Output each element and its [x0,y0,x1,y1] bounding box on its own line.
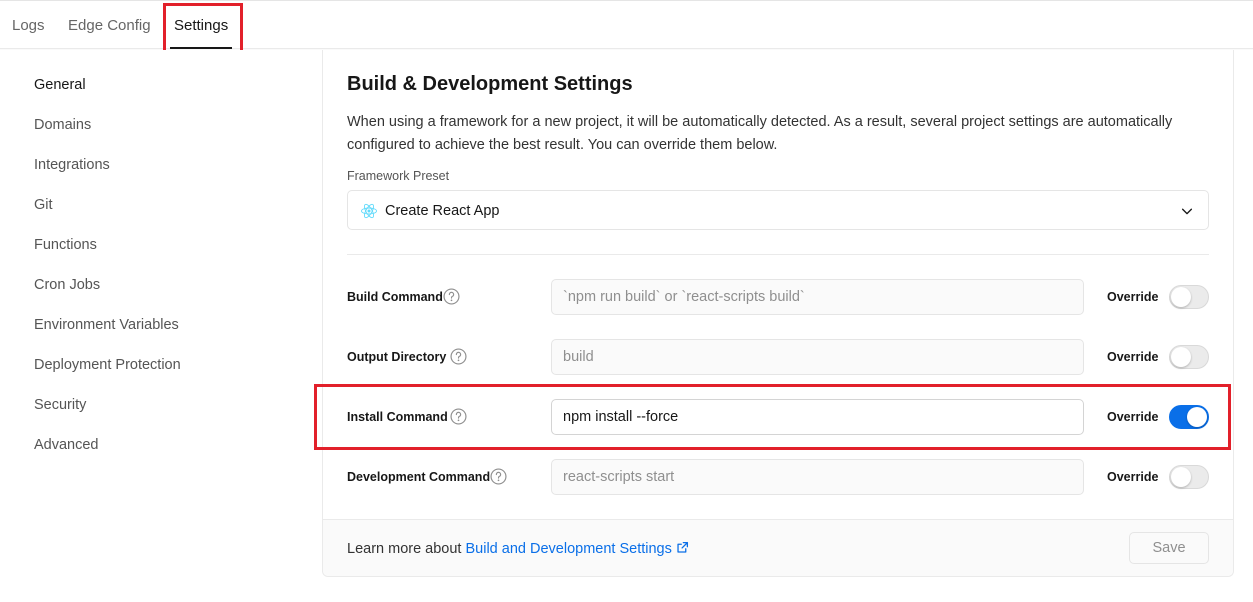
framework-preset-select[interactable]: Create React App [347,190,1209,230]
build-override-toggle[interactable] [1169,285,1209,309]
sidebar-item-cron-jobs[interactable]: Cron Jobs [34,275,100,295]
divider [347,254,1209,255]
build-command-input[interactable]: `npm run build` or `react-scripts build` [551,279,1084,315]
card-title: Build & Development Settings [347,73,633,95]
learn-more-prefix: Learn more about [347,541,466,557]
output-directory-label: Output Directory [347,350,447,364]
card-description: When using a framework for a new project… [347,114,1173,153]
development-command-input[interactable]: react-scripts start [551,459,1084,495]
sidebar-item-advanced[interactable]: Advanced [34,435,99,455]
install-command-input[interactable]: npm install --force [551,399,1084,435]
react-icon [361,203,377,219]
development-command-label: Development Command [347,470,491,484]
help-icon[interactable] [443,288,460,305]
chevron-down-icon [1181,208,1193,215]
install-command-label: Install Command [347,410,448,424]
development-override-toggle[interactable] [1169,465,1209,489]
learn-more-text: Learn more about Build and Development S… [347,540,689,558]
sidebar-item-deployment-protection[interactable]: Deployment Protection [34,355,181,375]
sidebar-item-security[interactable]: Security [34,395,86,415]
tab-settings[interactable]: Settings [174,16,228,36]
development-override-label: Override [1107,470,1159,484]
build-command-label: Build Command [347,290,443,304]
output-directory-input[interactable]: build [551,339,1084,375]
toggle-knob [1171,467,1191,487]
external-link-icon [677,541,688,553]
help-icon[interactable] [490,468,507,485]
toggle-knob [1171,287,1191,307]
sidebar-item-git[interactable]: Git [34,195,53,215]
tab-logs[interactable]: Logs [12,16,45,36]
sidebar-item-general[interactable]: General [34,75,86,95]
build-settings-docs-link[interactable]: Build and Development Settings [466,541,689,557]
sidebar-item-functions[interactable]: Functions [34,235,97,255]
output-override-toggle[interactable] [1169,345,1209,369]
card-footer: Learn more about Build and Development S… [323,519,1233,576]
build-settings-card: Build & Development Settings When using … [322,50,1234,577]
build-override-label: Override [1107,290,1159,304]
save-button[interactable]: Save [1129,532,1209,564]
tab-edge-config[interactable]: Edge Config [68,16,151,36]
settings-sidebar: General Domains Integrations Git Functio… [0,50,300,602]
docs-link-text: Build and Development Settings [465,541,672,557]
sidebar-item-environment-variables[interactable]: Environment Variables [34,315,179,335]
install-override-label: Override [1107,410,1159,424]
output-override-label: Override [1107,350,1159,364]
top-nav: Logs Edge Config Settings [0,0,1253,49]
active-tab-indicator [170,47,232,49]
help-icon[interactable] [450,348,467,365]
framework-preset-value: Create React App [385,203,500,219]
framework-preset-label: Framework Preset [347,169,450,183]
sidebar-item-integrations[interactable]: Integrations [34,155,110,175]
toggle-knob [1171,347,1191,367]
sidebar-item-domains[interactable]: Domains [34,115,91,135]
help-icon[interactable] [450,408,467,425]
install-override-toggle[interactable] [1169,405,1209,429]
toggle-knob [1187,407,1207,427]
